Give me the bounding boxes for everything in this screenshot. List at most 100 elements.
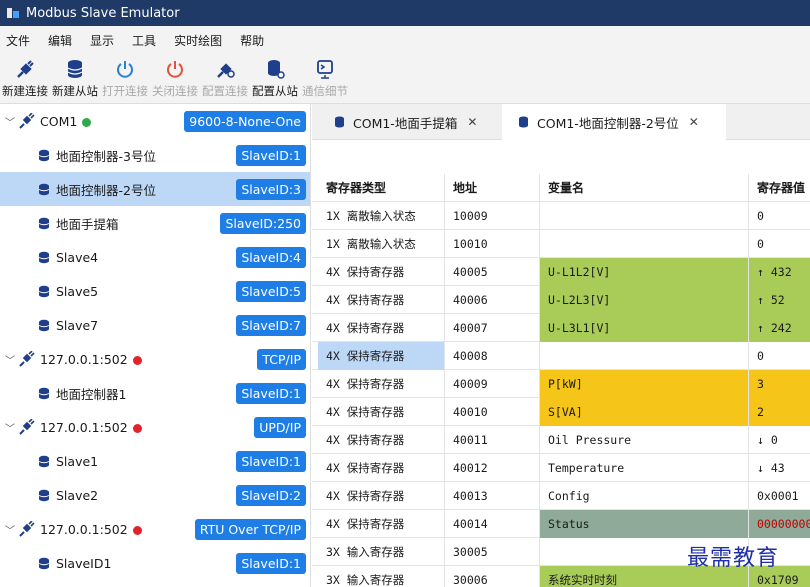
tree-slave-item[interactable]: 地面控制器-3号位 SlaveID:1 bbox=[0, 138, 310, 172]
chevron-down-icon[interactable]: ﹀ bbox=[5, 522, 15, 537]
slave-label: Slave4 bbox=[56, 249, 99, 265]
new-slave-button[interactable]: 新建从站 bbox=[50, 54, 100, 103]
tree-slave-item[interactable]: Slave1 SlaveID:1 bbox=[0, 444, 310, 478]
database-icon bbox=[38, 319, 50, 332]
table-row[interactable]: 4X 保持寄存器 40011 Oil Pressure ↓ 0 bbox=[312, 426, 810, 454]
close-connection-button[interactable]: 关闭连接 bbox=[150, 54, 200, 103]
tree-connection-rtu[interactable]: ﹀ 127.0.0.1:502 RTU Over TCP/IP bbox=[0, 512, 310, 546]
register-value-cell[interactable]: 3 bbox=[748, 370, 810, 398]
register-type-cell: 4X 保持寄存器 bbox=[326, 405, 405, 419]
address-cell: 40008 bbox=[444, 342, 539, 370]
register-type-cell: 1X 离散输入状态 bbox=[326, 209, 416, 223]
register-value-cell[interactable]: ↑ 242 bbox=[748, 314, 810, 342]
variable-name-cell[interactable]: U-L3L1[V] bbox=[539, 314, 748, 342]
database-icon bbox=[38, 387, 50, 400]
configure-connection-button[interactable]: 配置连接 bbox=[200, 54, 250, 103]
slave-label: 地面控制器-3号位 bbox=[56, 148, 156, 164]
tree-connection-com1[interactable]: ﹀ COM1 9600-8-None-One bbox=[0, 104, 310, 138]
tree-slave-item[interactable]: Slave4 SlaveID:4 bbox=[0, 240, 310, 274]
tree-connection-udp[interactable]: ﹀ 127.0.0.1:502 UPD/IP bbox=[0, 410, 310, 444]
table-header: 寄存器类型 地址 变量名 寄存器值 bbox=[312, 174, 810, 202]
plug-icon bbox=[17, 60, 34, 78]
connection-badge: RTU Over TCP/IP bbox=[194, 518, 306, 540]
register-value-cell[interactable]: ↓ 0 bbox=[748, 426, 810, 454]
tree-connection-tcp[interactable]: ﹀ 127.0.0.1:502 TCP/IP bbox=[0, 342, 310, 376]
database-icon bbox=[519, 116, 528, 128]
register-value-cell[interactable]: 0 bbox=[748, 342, 810, 370]
close-icon[interactable]: ✕ bbox=[689, 115, 699, 129]
header-address[interactable]: 地址 bbox=[444, 174, 539, 202]
database-icon bbox=[335, 116, 344, 128]
chevron-down-icon[interactable]: ﹀ bbox=[5, 352, 15, 367]
variable-name-cell[interactable]: Oil Pressure bbox=[539, 426, 748, 454]
tree-slave-item[interactable]: Slave7 SlaveID:7 bbox=[0, 308, 310, 342]
address-cell: 40005 bbox=[444, 258, 539, 286]
variable-name-cell[interactable]: U-L1L2[V] bbox=[539, 258, 748, 286]
chevron-down-icon[interactable]: ﹀ bbox=[5, 420, 15, 435]
slave-label: 地面控制器-2号位 bbox=[56, 182, 156, 198]
address-cell: 40007 bbox=[444, 314, 539, 342]
connection-badge: UPD/IP bbox=[254, 416, 306, 438]
menu-edit[interactable]: 编辑 bbox=[48, 32, 72, 49]
table-row[interactable]: 4X 保持寄存器 40007 U-L3L1[V] ↑ 242 bbox=[312, 314, 810, 342]
table-row[interactable]: 4X 保持寄存器 40005 U-L1L2[V] ↑ 432 bbox=[312, 258, 810, 286]
slave-label: Slave2 bbox=[56, 487, 99, 503]
address-cell: 40012 bbox=[444, 454, 539, 482]
tree-slave-item[interactable]: SlaveID1 SlaveID:1 bbox=[0, 546, 310, 580]
close-icon[interactable]: ✕ bbox=[467, 115, 477, 129]
tree-slave-item[interactable]: 地面控制器1 SlaveID:1 bbox=[0, 376, 310, 410]
table-row[interactable]: 4X 保持寄存器 40006 U-L2L3[V] ↑ 52 bbox=[312, 286, 810, 314]
new-connection-button[interactable]: 新建连接 bbox=[0, 54, 50, 103]
table-row[interactable]: 4X 保持寄存器 40013 Config 0x0001 bbox=[312, 482, 810, 510]
register-value-cell[interactable]: ↓ 43 bbox=[748, 454, 810, 482]
menu-help[interactable]: 帮助 bbox=[240, 32, 264, 49]
register-value-cell[interactable]: 0 bbox=[748, 230, 810, 258]
variable-name-cell[interactable]: P[kW] bbox=[539, 370, 748, 398]
register-value-cell[interactable]: 0x0001 bbox=[748, 482, 810, 510]
tree-slave-item[interactable]: Slave5 SlaveID:5 bbox=[0, 274, 310, 308]
variable-name-cell[interactable] bbox=[539, 230, 748, 258]
variable-name-cell[interactable]: U-L2L3[V] bbox=[539, 286, 748, 314]
slave-id-badge: SlaveID:1 bbox=[236, 144, 306, 166]
register-type-cell: 3X 输入寄存器 bbox=[326, 545, 405, 559]
variable-name-cell[interactable]: Status bbox=[539, 510, 748, 538]
configure-slave-button[interactable]: 配置从站 bbox=[250, 54, 300, 103]
table-row[interactable]: 4X 保持寄存器 40008 0 bbox=[312, 342, 810, 370]
tab-handheld-box[interactable]: COM1-地面手提箱 ✕ bbox=[312, 104, 494, 140]
comm-details-button[interactable]: 通信细节 bbox=[300, 54, 350, 103]
slave-id-badge: SlaveID:1 bbox=[236, 450, 306, 472]
table-row[interactable]: 1X 离散输入状态 10009 0 bbox=[312, 202, 810, 230]
variable-name-cell[interactable]: Temperature bbox=[539, 454, 748, 482]
menu-tools[interactable]: 工具 bbox=[132, 32, 156, 49]
table-row[interactable]: 4X 保持寄存器 40014 Status 00000000 bbox=[312, 510, 810, 538]
variable-name-cell[interactable] bbox=[539, 342, 748, 370]
menu-view[interactable]: 显示 bbox=[90, 32, 114, 49]
table-row[interactable]: 4X 保持寄存器 40012 Temperature ↓ 43 bbox=[312, 454, 810, 482]
tab-controller-2[interactable]: COM1-地面控制器-2号位 ✕ bbox=[502, 104, 726, 140]
open-connection-button[interactable]: 打开连接 bbox=[100, 54, 150, 103]
header-variable-name[interactable]: 变量名 bbox=[539, 174, 748, 202]
register-value-cell[interactable]: ↑ 432 bbox=[748, 258, 810, 286]
database-config-icon bbox=[268, 60, 285, 79]
address-cell: 40011 bbox=[444, 426, 539, 454]
register-value-cell[interactable]: 2 bbox=[748, 398, 810, 426]
table-row[interactable]: 4X 保持寄存器 40010 S[VA] 2 bbox=[312, 398, 810, 426]
header-register-value[interactable]: 寄存器值 bbox=[748, 174, 810, 202]
register-value-cell[interactable]: 0 bbox=[748, 202, 810, 230]
chevron-down-icon[interactable]: ﹀ bbox=[5, 114, 15, 129]
tree-slave-item-selected[interactable]: 地面控制器-2号位 SlaveID:3 bbox=[0, 172, 310, 206]
header-register-type[interactable]: 寄存器类型 bbox=[318, 174, 444, 202]
register-value-cell[interactable]: 00000000 bbox=[748, 510, 810, 538]
variable-name-cell[interactable] bbox=[539, 202, 748, 230]
table-row[interactable]: 4X 保持寄存器 40009 P[kW] 3 bbox=[312, 370, 810, 398]
menu-file[interactable]: 文件 bbox=[6, 32, 30, 49]
variable-name-cell[interactable]: S[VA] bbox=[539, 398, 748, 426]
title-bar: Modbus Slave Emulator bbox=[0, 0, 810, 26]
register-value-cell[interactable]: ↑ 52 bbox=[748, 286, 810, 314]
table-row[interactable]: 1X 离散输入状态 10010 0 bbox=[312, 230, 810, 258]
register-type-cell-selected[interactable]: 4X 保持寄存器 bbox=[318, 342, 444, 370]
variable-name-cell[interactable]: Config bbox=[539, 482, 748, 510]
menu-realtime-plot[interactable]: 实时绘图 bbox=[174, 32, 222, 49]
tree-slave-item[interactable]: 地面手提箱 SlaveID:250 bbox=[0, 206, 310, 240]
tree-slave-item[interactable]: Slave2 SlaveID:2 bbox=[0, 478, 310, 512]
